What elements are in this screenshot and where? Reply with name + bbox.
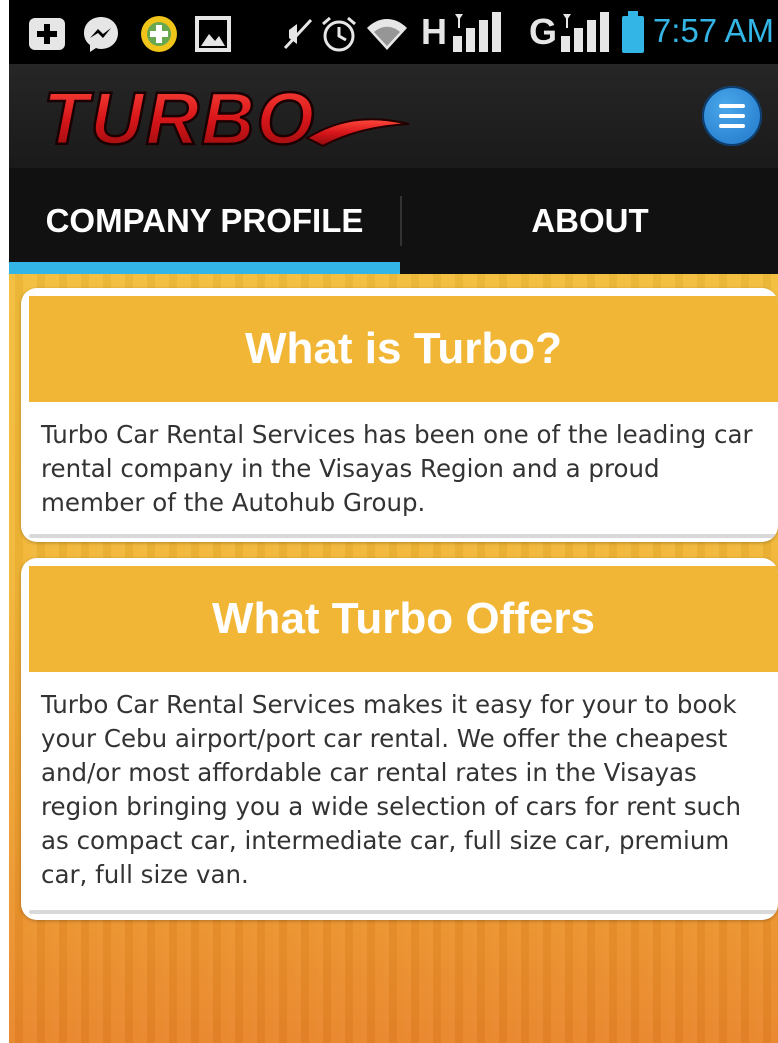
content-area[interactable]: What is Turbo? Turbo Car Rental Services… bbox=[9, 274, 778, 1043]
card-title: What is Turbo? bbox=[29, 296, 778, 402]
network-type-h: H bbox=[421, 11, 447, 52]
battery-icon bbox=[622, 11, 644, 53]
app-screen: H G 7:57 AM TURBO COMPANY PROFILE ABOUT … bbox=[9, 0, 778, 1043]
network-type-g: G bbox=[529, 11, 558, 52]
image-icon bbox=[195, 16, 231, 52]
hamburger-menu-icon bbox=[719, 104, 745, 108]
card-body-text: Turbo Car Rental Services has been one o… bbox=[41, 420, 753, 517]
card-divider bbox=[29, 910, 778, 914]
messenger-icon bbox=[84, 17, 118, 52]
wifi-icon bbox=[367, 19, 407, 50]
app-plus-icon bbox=[141, 16, 177, 52]
tab-company-profile[interactable]: COMPANY PROFILE bbox=[9, 168, 400, 274]
card-divider bbox=[29, 534, 778, 538]
tab-about[interactable]: ABOUT bbox=[402, 168, 778, 274]
signal-icon bbox=[561, 12, 609, 52]
mute-icon bbox=[283, 18, 313, 50]
clock: 7:57 AM bbox=[652, 12, 774, 49]
status-bar: H G 7:57 AM bbox=[9, 0, 778, 64]
tab-bar: COMPANY PROFILE ABOUT bbox=[9, 168, 778, 274]
add-icon bbox=[29, 18, 65, 50]
card-title: What Turbo Offers bbox=[29, 566, 778, 672]
card-what-is-turbo: What is Turbo? Turbo Car Rental Services… bbox=[21, 288, 778, 542]
svg-text:TURBO: TURBO bbox=[43, 80, 316, 156]
tab-label: COMPANY PROFILE bbox=[45, 202, 364, 239]
menu-button[interactable] bbox=[702, 86, 762, 146]
alarm-icon bbox=[322, 16, 356, 52]
turbo-logo[interactable]: TURBO bbox=[37, 80, 417, 156]
card-what-turbo-offers: What Turbo Offers Turbo Car Rental Servi… bbox=[21, 558, 778, 920]
tab-label: ABOUT bbox=[531, 202, 649, 239]
app-header: TURBO bbox=[9, 64, 778, 168]
signal-icon bbox=[453, 12, 501, 52]
card-body-text: Turbo Car Rental Services makes it easy … bbox=[41, 690, 749, 889]
